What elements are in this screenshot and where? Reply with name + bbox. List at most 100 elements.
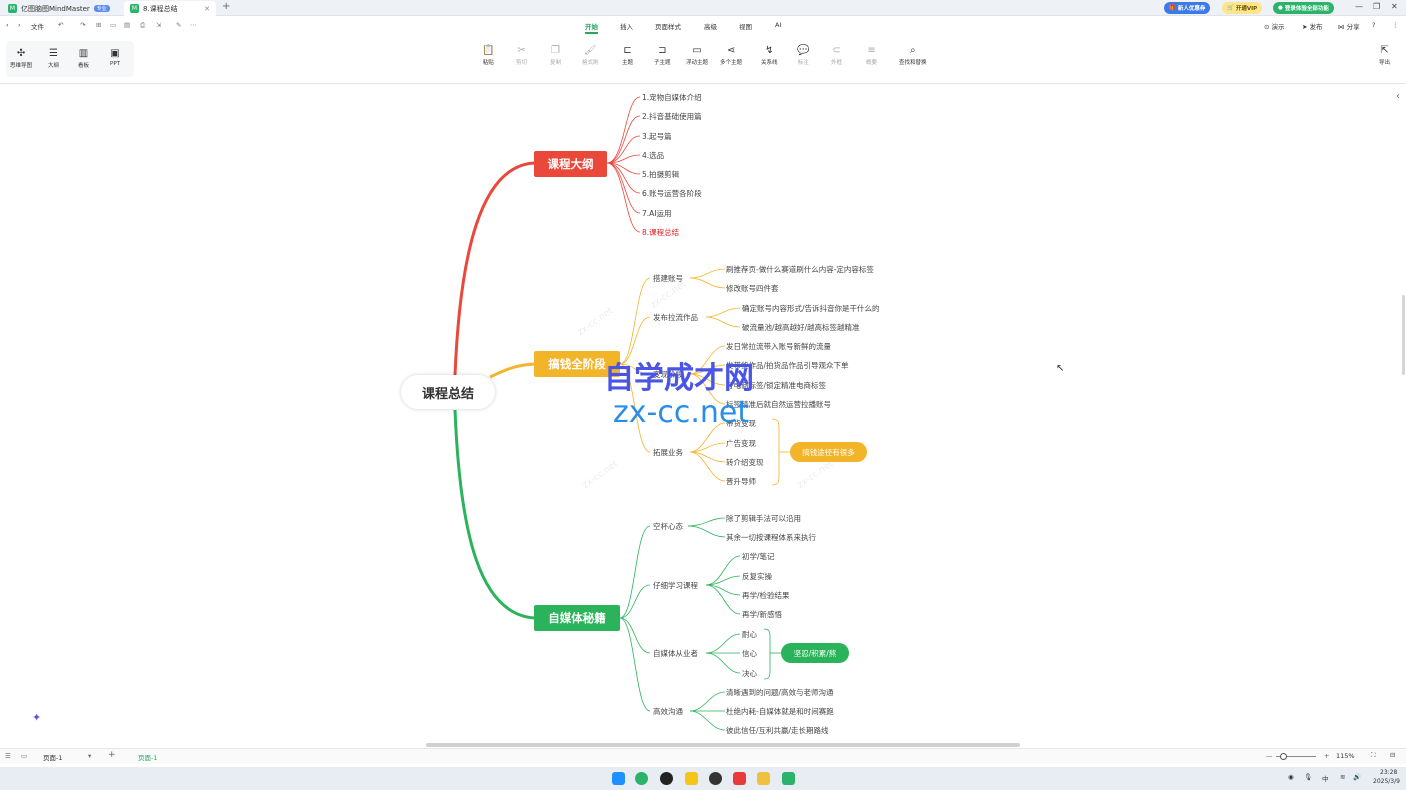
boundary-button[interactable]: ⊂ 外框 <box>831 44 842 66</box>
redo-icon[interactable]: ↷ <box>80 21 85 29</box>
print-icon[interactable]: ⎙ <box>140 21 145 30</box>
file-menu[interactable]: 文件 <box>31 21 44 31</box>
new-tab-button[interactable]: + <box>222 1 230 12</box>
leaf-topic[interactable]: 发日常拉流带入账号新鲜的流量 <box>726 341 831 352</box>
leaf-topic[interactable]: 反复实操 <box>742 571 772 582</box>
main-topic-course-outline[interactable]: 课程大纲 <box>534 151 607 177</box>
summary-persistence[interactable]: 坚忍/积累/熬 <box>781 643 849 663</box>
subtopic[interactable]: 自媒体从业者 <box>653 648 698 659</box>
subtopic-button[interactable]: ⊐ 子主题 <box>654 44 671 66</box>
horizontal-scrollbar[interactable] <box>426 743 1020 747</box>
leaf-topic[interactable]: 破流量池/越高越好/越高标签越精准 <box>742 322 860 333</box>
publish-button[interactable]: ➤ 发布 <box>1302 21 1323 31</box>
leaf-topic[interactable]: 除了剪辑手法可以沿用 <box>726 513 801 524</box>
present-button[interactable]: ⊙ 演示 <box>1264 21 1285 31</box>
fit-page-icon[interactable]: ▭ <box>21 752 27 760</box>
tab-close-icon[interactable]: ✕ <box>204 5 210 13</box>
vertical-scrollbar[interactable] <box>1402 295 1405 375</box>
leaf-topic[interactable]: 杜绝内耗-自媒体就是和时间赛跑 <box>726 706 834 717</box>
menu-page-style[interactable]: 页面样式 <box>655 21 681 31</box>
page-dropdown-icon[interactable]: ▾ <box>88 752 91 760</box>
cut-button[interactable]: ✂ 剪切 <box>516 44 527 66</box>
root-topic[interactable]: 课程总结 <box>401 375 495 409</box>
zoom-out-button[interactable]: — <box>1266 752 1273 760</box>
topic-button[interactable]: ⊏ 主题 <box>622 44 633 66</box>
leaf-topic[interactable]: 初学/笔记 <box>742 551 775 562</box>
multiple-topics-button[interactable]: ⋖ 多个主题 <box>720 44 742 66</box>
subtopic[interactable]: 发布拉流作品 <box>653 312 698 323</box>
open-vip-button[interactable]: 🛒 开通VIP <box>1222 2 1263 14</box>
volume-icon[interactable]: 🔊 <box>1353 773 1361 781</box>
format-painter-button[interactable]: 🖌 格式刷 <box>582 44 599 66</box>
microphone-icon[interactable]: 🎙 <box>1304 773 1312 781</box>
more-icon[interactable]: ⋯ <box>190 21 197 29</box>
summary-earning-ways[interactable]: 搞钱途径有很多 <box>790 442 867 462</box>
outline-item[interactable]: 5.拍摄剪辑 <box>642 169 679 180</box>
leaf-topic[interactable]: 刷推荐页-做什么赛道刷什么内容-定内容标签 <box>726 264 874 275</box>
leaf-topic[interactable]: 广告变现 <box>726 438 756 449</box>
clock-time[interactable]: 23:28 <box>1380 769 1397 776</box>
mindmap-canvas[interactable]: zx-cc.net zx-cc.net zx-cc.net zx-cc.net … <box>0 85 1406 747</box>
help-icon[interactable]: ? <box>1372 21 1375 29</box>
leaf-topic[interactable]: 其余一切按课程体系来执行 <box>726 532 816 543</box>
leaf-topic[interactable]: 修改账号四件套 <box>726 283 779 294</box>
tab-document[interactable]: M 8.课程总结 ✕ <box>124 1 216 16</box>
back-button[interactable]: ‹ <box>6 21 9 29</box>
ai-assistant-icon[interactable]: ✦ <box>32 711 41 724</box>
outline-item[interactable]: 7.AI运用 <box>642 208 672 219</box>
copy-button[interactable]: ❐ 复制 <box>550 44 561 66</box>
subtopic[interactable]: 搭建账号 <box>653 273 683 284</box>
subtopic[interactable]: 拓展业务 <box>653 447 683 458</box>
outline-item[interactable]: 3.起号篇 <box>642 131 672 142</box>
settings-icon[interactable]: ⋮ <box>1392 21 1399 29</box>
add-page-button[interactable]: + <box>108 750 116 760</box>
zoom-slider-thumb[interactable] <box>1280 753 1287 760</box>
qq-icon[interactable] <box>660 772 673 785</box>
leaf-topic[interactable]: 决心 <box>742 668 757 679</box>
export-small-icon[interactable]: ⇲ <box>156 21 161 29</box>
menu-view[interactable]: 视图 <box>739 21 752 31</box>
new-user-coupon-button[interactable]: 🎁 新人优惠券 <box>1164 2 1211 14</box>
relationship-button[interactable]: ↯ 关系线 <box>761 44 778 66</box>
file-explorer-icon[interactable] <box>757 772 770 785</box>
fit-window-icon[interactable]: ⊟ <box>1390 751 1395 759</box>
new-file-icon[interactable]: ⊞ <box>96 21 101 29</box>
view-mindmap-button[interactable]: ✣ 思维导图 <box>10 47 32 69</box>
page-selector[interactable]: 页面-1 <box>43 752 62 762</box>
wechat-icon[interactable] <box>635 772 648 785</box>
tab-home[interactable]: M 亿图脑图MindMaster 专业 <box>2 1 116 16</box>
leaf-topic[interactable]: 确定账号内容形式/告诉抖音你是干什么的 <box>742 303 880 314</box>
ime-language[interactable]: 中 <box>1322 773 1329 783</box>
login-button[interactable]: ● 登录体验全部功能 <box>1273 2 1334 14</box>
open-folder-icon[interactable]: ▭ <box>110 21 116 29</box>
app-yellow-icon[interactable] <box>685 772 698 785</box>
view-ppt-button[interactable]: ▣ PPT <box>110 47 120 67</box>
callout-button[interactable]: 💬 标注 <box>797 44 809 66</box>
leaf-topic[interactable]: 清晰遇到的问题/高效与老师沟通 <box>726 687 834 698</box>
subtopic[interactable]: 仔细学习课程 <box>653 580 698 591</box>
outline-item[interactable]: 1.宠物自媒体介绍 <box>642 92 702 103</box>
leaf-topic[interactable]: 再学/检验结果 <box>742 590 790 601</box>
leaf-topic[interactable]: 信心 <box>742 648 757 659</box>
app-red-icon[interactable] <box>733 772 746 785</box>
leaf-topic[interactable]: 再学/新感悟 <box>742 609 782 620</box>
menu-advanced[interactable]: 高级 <box>704 21 717 31</box>
outline-item[interactable]: 6.账号运营各阶段 <box>642 188 702 199</box>
minimize-button[interactable]: — <box>1355 2 1363 11</box>
page-list-icon[interactable]: ☰ <box>5 752 11 760</box>
app-dark-icon[interactable] <box>709 772 722 785</box>
find-replace-button[interactable]: ⌕ 查找和替换 <box>899 44 927 66</box>
leaf-topic[interactable]: 转介绍变现 <box>726 457 764 468</box>
zoom-in-button[interactable]: + <box>1324 752 1329 760</box>
fullscreen-icon[interactable]: ⛶ <box>1371 751 1376 760</box>
undo-icon[interactable]: ↶ <box>58 21 63 29</box>
save-icon[interactable]: ▤ <box>124 21 130 29</box>
menu-ai[interactable]: AI <box>775 21 781 29</box>
share-button[interactable]: ⋈ 分享 <box>1338 21 1360 31</box>
main-topic-media-secrets[interactable]: 自媒体秘籍 <box>534 605 620 631</box>
view-outline-button[interactable]: ☰ 大纲 <box>48 47 59 69</box>
forward-button[interactable]: › <box>18 21 21 29</box>
outline-item[interactable]: 4.选品 <box>642 150 664 161</box>
mindmaster-taskbar-icon[interactable] <box>782 772 795 785</box>
floating-topic-button[interactable]: ▭ 浮动主题 <box>686 44 708 66</box>
